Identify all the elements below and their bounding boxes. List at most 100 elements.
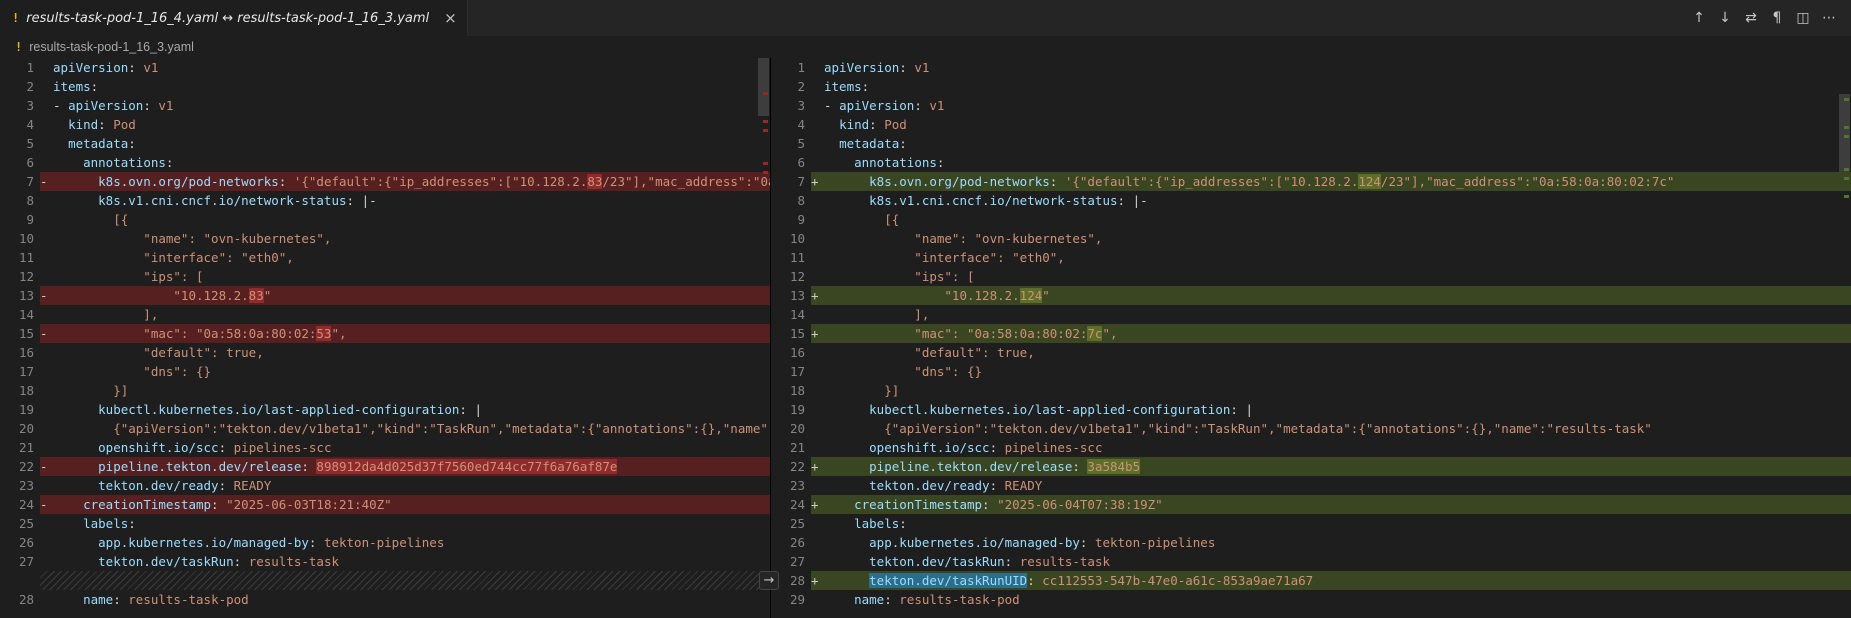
diff-sign xyxy=(40,419,53,438)
code-line[interactable]: 13- "10.128.2.83" xyxy=(0,286,770,305)
code-line[interactable]: 19 kubectl.kubernetes.io/last-applied-co… xyxy=(771,400,1851,419)
code-line[interactable]: 25 labels: xyxy=(771,514,1851,533)
diff-sign xyxy=(40,58,53,77)
diff-sign xyxy=(811,77,824,96)
code-line[interactable]: 10 "name": "ovn-kubernetes", xyxy=(771,229,1851,248)
line-number: 16 xyxy=(0,343,40,362)
code-line[interactable]: 13+ "10.128.2.124" xyxy=(771,286,1851,305)
code-text: - apiVersion: v1 xyxy=(824,96,1851,115)
code-line[interactable]: 17 "dns": {} xyxy=(0,362,770,381)
code-line[interactable]: 9 [{ xyxy=(771,210,1851,229)
code-line[interactable]: 9 [{ xyxy=(0,210,770,229)
code-line[interactable]: 2items: xyxy=(0,77,770,96)
code-line[interactable]: 23 tekton.dev/ready: READY xyxy=(771,476,1851,495)
code-line[interactable]: 18 }] xyxy=(771,381,1851,400)
line-number: 9 xyxy=(771,210,811,229)
code-line[interactable]: 22+ pipeline.tekton.dev/release: 3a584b5 xyxy=(771,457,1851,476)
code-line[interactable]: 12 "ips": [ xyxy=(0,267,770,286)
code-line[interactable]: 15- "mac": "0a:58:0a:80:02:53", xyxy=(0,324,770,343)
code-line[interactable]: 6 annotations: xyxy=(771,153,1851,172)
line-number: 12 xyxy=(0,267,40,286)
breadcrumb[interactable]: ! results-task-pod-1_16_3.yaml xyxy=(0,36,1851,58)
code-line[interactable]: 21 openshift.io/scc: pipelines-scc xyxy=(0,438,770,457)
code-text: pipeline.tekton.dev/release: 3a584b5 xyxy=(824,457,1851,476)
modified-scrollbar-thumb[interactable] xyxy=(1839,94,1850,172)
previous-change-icon[interactable]: ↑ xyxy=(1687,6,1711,30)
code-line[interactable]: 11 "interface": "eth0", xyxy=(0,248,770,267)
code-line[interactable]: 1apiVersion: v1 xyxy=(0,58,770,77)
revert-change-arrow-button[interactable]: → xyxy=(759,571,779,590)
code-line[interactable]: 8 k8s.v1.cni.cncf.io/network-status: |- xyxy=(0,191,770,210)
code-line[interactable]: 28 name: results-task-pod xyxy=(0,590,770,609)
next-change-icon[interactable]: ↓ xyxy=(1713,6,1737,30)
code-line[interactable]: 11 "interface": "eth0", xyxy=(771,248,1851,267)
diff-sign xyxy=(811,438,824,457)
code-text: kind: Pod xyxy=(53,115,770,134)
code-line[interactable]: 24+ creationTimestamp: "2025-06-04T07:38… xyxy=(771,495,1851,514)
more-actions-icon[interactable]: ⋯ xyxy=(1817,6,1841,30)
code-line[interactable]: 15+ "mac": "0a:58:0a:80:02:7c", xyxy=(771,324,1851,343)
code-line[interactable]: 16 "default": true, xyxy=(771,343,1851,362)
code-line[interactable]: 14 ], xyxy=(0,305,770,324)
code-line[interactable]: 28+ tekton.dev/taskRunUID: cc112553-547b… xyxy=(771,571,1851,590)
diff-sign xyxy=(40,229,53,248)
original-scrollbar-thumb[interactable] xyxy=(758,58,769,116)
code-text: labels: xyxy=(824,514,1851,533)
line-number: 1 xyxy=(0,58,40,77)
code-line[interactable]: 18 }] xyxy=(0,381,770,400)
diff-sign xyxy=(40,552,53,571)
code-line[interactable]: 8 k8s.v1.cni.cncf.io/network-status: |- xyxy=(771,191,1851,210)
diff-sign xyxy=(40,248,53,267)
code-line[interactable]: 23 tekton.dev/ready: READY xyxy=(0,476,770,495)
code-line[interactable]: 6 annotations: xyxy=(0,153,770,172)
code-line[interactable]: 26 app.kubernetes.io/managed-by: tekton-… xyxy=(0,533,770,552)
code-text: tekton.dev/taskRunUID: cc112553-547b-47e… xyxy=(824,571,1851,590)
code-line[interactable]: 4 kind: Pod xyxy=(0,115,770,134)
diff-sign xyxy=(40,191,53,210)
code-text: "10.128.2.124" xyxy=(824,286,1851,305)
line-number: 15 xyxy=(0,324,40,343)
tab-close-icon[interactable]: × xyxy=(444,9,457,27)
tab-diff-yaml[interactable]: ! results-task-pod-1_16_4.yaml ↔ results… xyxy=(0,0,468,36)
diff-sign xyxy=(811,229,824,248)
toggle-whitespace-icon[interactable]: ¶ xyxy=(1765,6,1789,30)
diff-sign xyxy=(40,305,53,324)
code-line[interactable]: 22- pipeline.tekton.dev/release: 898912d… xyxy=(0,457,770,476)
line-number: 17 xyxy=(771,362,811,381)
code-line[interactable]: 27 tekton.dev/taskRun: results-task xyxy=(771,552,1851,571)
code-line[interactable]: 3- apiVersion: v1 xyxy=(771,96,1851,115)
code-line[interactable]: 4 kind: Pod xyxy=(771,115,1851,134)
line-number: 3 xyxy=(0,96,40,115)
swap-diff-sides-icon[interactable]: ⇄ xyxy=(1739,6,1763,30)
code-line[interactable]: 7+ k8s.ovn.org/pod-networks: '{"default"… xyxy=(771,172,1851,191)
code-line[interactable]: 5 metadata: xyxy=(771,134,1851,153)
code-line[interactable]: 1apiVersion: v1 xyxy=(771,58,1851,77)
code-line[interactable]: 3- apiVersion: v1 xyxy=(0,96,770,115)
diff-sign xyxy=(40,476,53,495)
code-line[interactable]: 2items: xyxy=(771,77,1851,96)
code-line[interactable]: 12 "ips": [ xyxy=(771,267,1851,286)
diff-sign xyxy=(40,343,53,362)
code-line[interactable]: 7- k8s.ovn.org/pod-networks: '{"default"… xyxy=(0,172,770,191)
code-line[interactable]: 25 labels: xyxy=(0,514,770,533)
code-line[interactable]: 19 kubectl.kubernetes.io/last-applied-co… xyxy=(0,400,770,419)
code-line[interactable]: 20 {"apiVersion":"tekton.dev/v1beta1","k… xyxy=(0,419,770,438)
line-number: 13 xyxy=(771,286,811,305)
code-line[interactable]: 27 tekton.dev/taskRun: results-task xyxy=(0,552,770,571)
line-number: 8 xyxy=(771,191,811,210)
code-line[interactable]: 20 {"apiVersion":"tekton.dev/v1beta1","k… xyxy=(771,419,1851,438)
code-text: tekton.dev/ready: READY xyxy=(824,476,1851,495)
code-line[interactable]: 26 app.kubernetes.io/managed-by: tekton-… xyxy=(771,533,1851,552)
line-number: 5 xyxy=(0,134,40,153)
split-editor-icon[interactable]: ◫ xyxy=(1791,6,1815,30)
code-line[interactable]: 16 "default": true, xyxy=(0,343,770,362)
code-line[interactable]: 10 "name": "ovn-kubernetes", xyxy=(0,229,770,248)
code-line[interactable]: 5 metadata: xyxy=(0,134,770,153)
code-text: {"apiVersion":"tekton.dev/v1beta1","kind… xyxy=(53,419,770,438)
code-line[interactable]: 29 name: results-task-pod xyxy=(771,590,1851,609)
code-line[interactable]: 17 "dns": {} xyxy=(771,362,1851,381)
code-line[interactable]: 14 ], xyxy=(771,305,1851,324)
code-line[interactable]: 21 openshift.io/scc: pipelines-scc xyxy=(771,438,1851,457)
code-line[interactable]: 24- creationTimestamp: "2025-06-03T18:21… xyxy=(0,495,770,514)
line-number: 25 xyxy=(771,514,811,533)
